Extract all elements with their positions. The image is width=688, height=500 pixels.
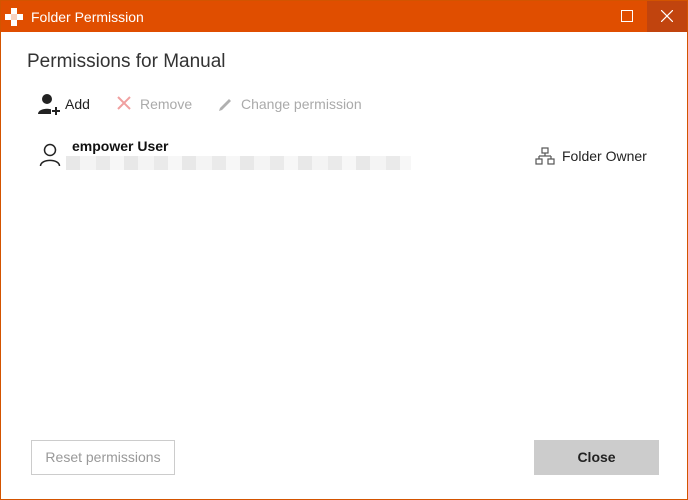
redacted-email: [66, 156, 411, 170]
close-button[interactable]: Close: [534, 440, 659, 475]
window-title: Folder Permission: [31, 9, 144, 25]
page-title: Permissions for Manual: [27, 51, 226, 72]
maximize-button[interactable]: [607, 1, 647, 32]
reset-permissions-button[interactable]: Reset permissions: [31, 440, 175, 475]
remove-button[interactable]: Remove: [115, 92, 199, 116]
role-label: Folder Owner: [562, 148, 647, 164]
remove-x-icon: [117, 96, 131, 115]
org-hierarchy-icon: [535, 147, 555, 170]
add-user-icon: [37, 92, 61, 121]
change-permission-button[interactable]: Change permission: [217, 92, 377, 116]
close-icon: [661, 10, 673, 22]
permission-row[interactable]: empower User Folder Owner: [31, 133, 661, 177]
app-logo-icon: [5, 8, 23, 26]
change-permission-label: Change permission: [241, 96, 362, 112]
user-name: empower User: [72, 138, 169, 154]
add-label: Add: [65, 96, 90, 112]
add-button[interactable]: Add: [37, 92, 99, 116]
folder-permission-dialog: Folder Permission Permissions for Manual…: [0, 0, 688, 500]
title-bar[interactable]: Folder Permission: [1, 1, 687, 32]
close-window-button[interactable]: [647, 1, 687, 32]
user-icon: [39, 143, 61, 172]
maximize-icon: [621, 10, 633, 22]
remove-label: Remove: [140, 96, 193, 112]
pencil-icon: [217, 95, 235, 118]
